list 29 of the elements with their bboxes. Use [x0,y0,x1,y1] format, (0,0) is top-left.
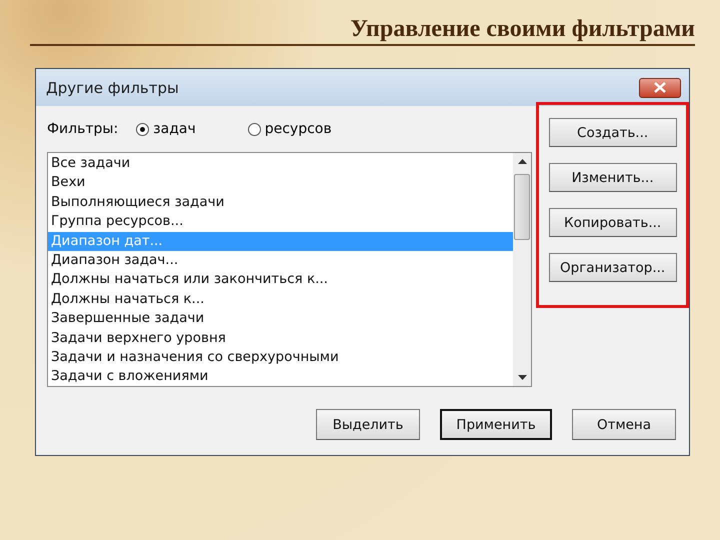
scroll-thumb[interactable] [514,174,530,240]
action-button[interactable]: Копировать... [548,208,677,237]
close-icon [654,82,666,93]
list-item[interactable]: Должны начаться или закончиться к... [48,270,514,290]
dialog-title: Другие фильтры [46,78,179,96]
list-item[interactable]: Выполняющиеся задачи [48,192,514,212]
action-button[interactable]: Организатор... [548,253,677,282]
list-item[interactable]: Должны начаться к... [48,290,514,310]
close-button[interactable] [639,78,681,98]
list-item[interactable]: Все задачи [48,154,514,174]
radio-option[interactable]: ресурсов [248,121,332,137]
dialog-button[interactable]: Выделить [316,409,420,440]
dialog-button[interactable]: Отмена [572,409,676,440]
dialog-button[interactable]: Применить [440,409,552,440]
list-item[interactable]: Группа ресурсов... [48,212,514,232]
scroll-down-icon[interactable] [518,375,527,380]
action-button[interactable]: Создать... [548,118,677,147]
filters-label: Фильтры: [47,121,118,137]
scrollbar[interactable] [513,153,532,386]
radio-option[interactable]: задач [136,121,196,137]
scroll-up-icon[interactable] [518,159,527,164]
slide-title: Управление своими фильтрами [350,15,695,44]
action-button[interactable]: Изменить... [548,163,677,192]
list-item[interactable]: Завершенные задачи [48,309,514,329]
list-item[interactable]: Диапазон задач... [48,250,514,270]
list-item[interactable]: Задачи с вложениями [48,367,514,387]
list-item[interactable]: Вехи [48,173,514,193]
list-item[interactable]: Задачи верхнего уровня [48,328,514,348]
list-item[interactable]: Задачи и назначения со сверхурочными [48,348,514,368]
